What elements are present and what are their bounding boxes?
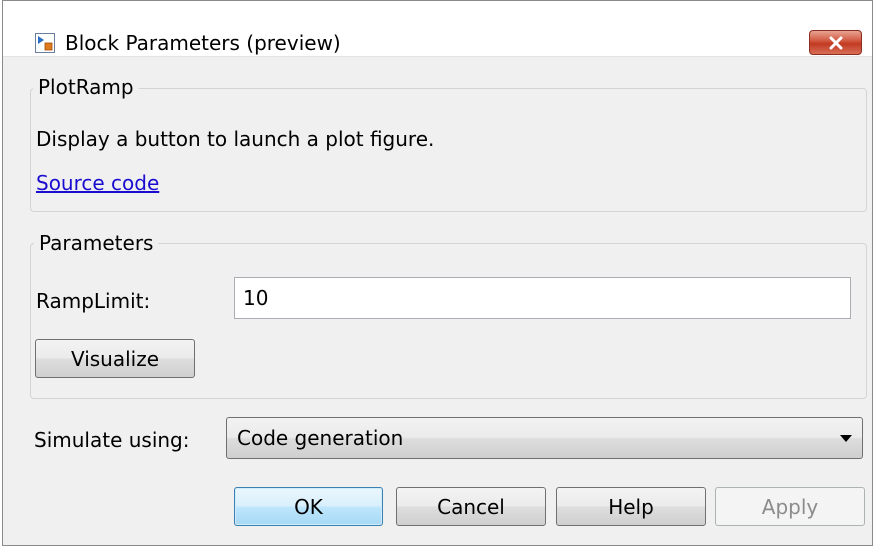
visualize-button[interactable]: Visualize xyxy=(35,339,195,378)
window-title: Block Parameters (preview) xyxy=(65,31,341,55)
block-description: Display a button to launch a plot figure… xyxy=(36,127,435,151)
ramp-limit-label: RampLimit: xyxy=(36,289,151,313)
simulate-using-label: Simulate using: xyxy=(34,428,190,452)
cancel-button[interactable]: Cancel xyxy=(396,487,546,526)
apply-button: Apply xyxy=(715,487,865,526)
ok-button[interactable]: OK xyxy=(234,487,383,526)
ramp-limit-field[interactable]: 10 xyxy=(234,277,851,319)
simulate-using-dropdown[interactable]: Code generation xyxy=(226,417,863,459)
help-button[interactable]: Help xyxy=(556,487,706,526)
title-bar[interactable]: Block Parameters (preview) xyxy=(3,1,872,57)
close-icon xyxy=(829,36,842,49)
source-code-link[interactable]: Source code xyxy=(36,171,159,195)
description-group-title: PlotRamp xyxy=(33,75,139,99)
simulate-using-value: Code generation xyxy=(237,426,404,450)
block-parameters-dialog: Block Parameters (preview) PlotRamp Disp… xyxy=(2,0,873,546)
close-button[interactable] xyxy=(809,30,862,55)
chevron-down-icon xyxy=(840,435,852,442)
parameters-group-title: Parameters xyxy=(34,231,159,255)
simulink-block-icon xyxy=(35,33,55,53)
